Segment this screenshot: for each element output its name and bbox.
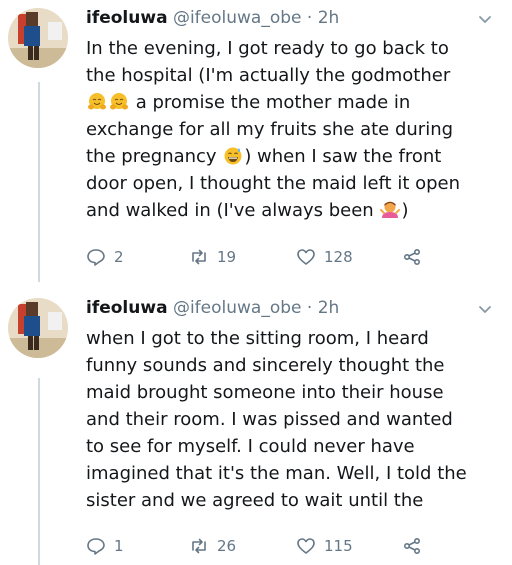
retweet-count: 19 <box>217 248 237 266</box>
share-icon <box>403 248 421 266</box>
retweet-button[interactable]: 19 <box>189 247 236 267</box>
reply-icon <box>87 538 105 555</box>
avatar[interactable] <box>8 8 68 68</box>
reply-icon <box>87 249 105 266</box>
tweet[interactable]: ifeoluwa @ifeoluwa_obe · 2h In the eveni… <box>0 8 512 270</box>
action-bar: 1 26 115 <box>86 536 506 558</box>
retweet-icon <box>192 538 206 554</box>
heart-icon <box>297 249 315 265</box>
retweet-button[interactable]: 26 <box>189 536 236 556</box>
hugging-face-emoji <box>110 93 128 110</box>
chevron-down-icon[interactable] <box>476 10 494 28</box>
retweet-icon <box>192 249 206 265</box>
tweet-text-part: ) <box>401 200 409 221</box>
display-name[interactable]: ifeoluwa <box>86 8 168 28</box>
share-button[interactable] <box>402 536 430 556</box>
handle-and-time[interactable]: @ifeoluwa_obe · 2h <box>173 298 339 318</box>
share-icon <box>403 537 421 555</box>
avatar[interactable] <box>8 298 68 358</box>
handle-and-time[interactable]: @ifeoluwa_obe · 2h <box>173 8 339 28</box>
reply-count: 1 <box>114 537 124 555</box>
reply-button[interactable]: 2 <box>86 247 124 267</box>
action-bar: 2 19 128 <box>86 247 506 269</box>
heart-icon <box>297 538 315 554</box>
tweet-header: ifeoluwa @ifeoluwa_obe · 2h <box>86 8 339 32</box>
reply-button[interactable]: 1 <box>86 536 124 556</box>
tweet[interactable]: ifeoluwa @ifeoluwa_obe · 2h when I got t… <box>0 298 512 565</box>
tweet-text-part: In the evening, I got ready to go back t… <box>86 38 451 86</box>
tweet-text: when I got to the sitting room, I heard … <box>86 328 467 511</box>
retweet-count: 26 <box>217 537 237 555</box>
tweet-text: In the evening, I got ready to go back t… <box>86 35 496 224</box>
grinning-sweat-emoji <box>224 147 242 165</box>
reply-count: 2 <box>114 248 124 266</box>
hugging-face-emoji <box>88 93 106 110</box>
tweet-header: ifeoluwa @ifeoluwa_obe · 2h <box>86 298 339 322</box>
like-count: 128 <box>324 248 353 266</box>
like-button[interactable]: 115 <box>296 536 353 556</box>
like-button[interactable]: 128 <box>296 247 353 267</box>
chevron-down-icon[interactable] <box>476 300 494 318</box>
like-count: 115 <box>324 537 353 555</box>
person-shrugging-emoji <box>380 201 401 218</box>
share-button[interactable] <box>402 247 430 267</box>
display-name[interactable]: ifeoluwa <box>86 298 168 318</box>
